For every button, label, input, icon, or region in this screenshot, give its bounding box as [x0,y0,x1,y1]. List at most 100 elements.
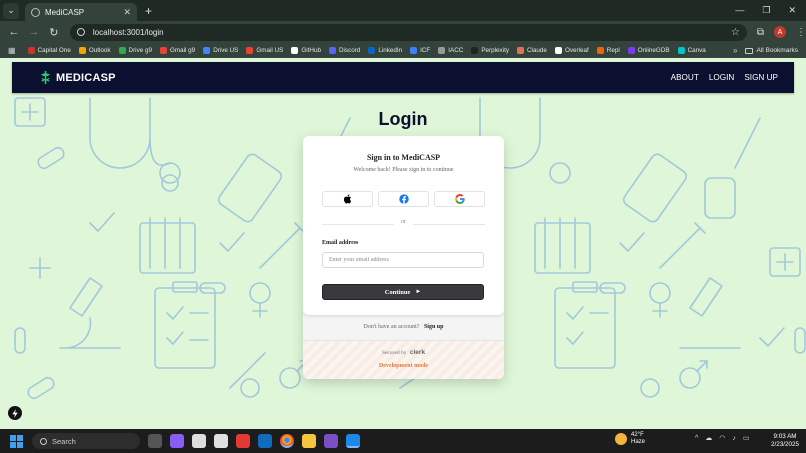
bookmark-favicon-icon [596,47,604,54]
address-bar[interactable]: localhost:3001/login ☆ [69,23,747,41]
caret-right-icon: ► [415,289,422,295]
medical-caduceus-icon [40,70,51,85]
bookmark-label: Drive US [213,47,239,54]
browser-tab[interactable]: MediCASP ✕ [25,3,137,21]
visual-studio-icon[interactable] [324,434,338,448]
wifi-icon[interactable]: ◠ [719,434,725,442]
file-explorer-icon[interactable] [302,434,316,448]
bookmark-favicon-icon [516,47,524,54]
chrome-icon[interactable] [280,434,294,448]
profile-avatar[interactable]: A [774,26,787,38]
bookmark-item[interactable]: Gmail g9 [159,47,195,54]
taskbar-search[interactable]: Search [32,433,140,449]
minimize-icon[interactable]: — [735,5,744,16]
clock-date: 2/23/2025 [771,441,800,448]
email-field[interactable] [322,252,484,268]
sign-in-title: Sign in to MediCASP [366,153,441,162]
weather-desc: Haze [631,439,646,445]
bookmark-item[interactable]: Discord [328,47,360,54]
sign-in-card: Sign in to MediCASP Welcome back! Please… [303,136,504,379]
signup-link[interactable]: Sign up [424,324,444,330]
close-tab-icon[interactable]: ✕ [123,7,131,18]
battery-icon[interactable]: ▭ [743,434,750,442]
mcafee-icon[interactable] [236,434,250,448]
apps-grid-icon[interactable]: ▦ [8,46,16,55]
back-icon[interactable]: ← [8,26,20,38]
cloud-icon[interactable]: ☁ [705,434,712,442]
brand-name: MEDICASP [56,71,116,84]
bookmark-item[interactable]: Repl [596,47,620,54]
tab-search-icon[interactable]: ⌄ [3,2,19,19]
apple-sign-in-button[interactable] [322,191,373,207]
bookmark-favicon-icon [328,47,336,54]
bookmark-item[interactable]: LinkedIn [368,47,402,54]
bookmark-item[interactable]: Overleaf [554,47,589,54]
bookmark-item[interactable]: Outlook [78,47,111,54]
nav-signup-link[interactable]: SIGN UP [744,73,778,82]
copilot-icon[interactable] [170,434,184,448]
clerk-logo[interactable]: clerk [410,349,425,356]
file-icon[interactable] [192,434,206,448]
search-icon [40,437,47,445]
bookmark-item[interactable]: Drive g9 [118,47,152,54]
url-text[interactable]: localhost:3001/login [93,28,731,37]
bookmark-item[interactable]: Claude [516,47,547,54]
browser-tabstrip: ⌄ MediCASP ✕ + — ❐ ✕ [0,0,806,21]
bookmark-item[interactable]: ICF [410,47,430,54]
bookmark-item[interactable]: Capital One [27,47,71,54]
more-bookmarks-icon[interactable]: » [733,46,737,55]
bookmark-favicon-icon [627,47,635,54]
google-sign-in-button[interactable] [434,191,485,207]
secured-by-text: Secured by [381,350,407,356]
nav-login-link[interactable]: LOGIN [709,73,734,82]
bookmark-label: LinkedIn [378,47,403,54]
taskbar-clock[interactable]: 9:03 AM 2/23/2025 [771,433,799,449]
site-info-icon[interactable] [76,28,85,36]
dev-tools-bolt-icon[interactable] [8,406,22,420]
continue-button[interactable]: Continue ► [322,284,484,300]
chevron-up-icon[interactable]: ^ [695,435,698,442]
bookmark-favicon-icon [27,47,35,54]
secured-by-clerk: Secured by clerk [303,349,504,356]
folder-icon [745,47,754,54]
extensions-icon[interactable]: ⧉ [757,27,764,38]
windows-start-icon[interactable] [10,434,23,448]
bookmark-item[interactable]: IACC [438,47,463,54]
outlook-icon[interactable] [258,434,272,448]
facebook-sign-in-button[interactable] [378,191,429,207]
bookmarks-bar: ▦ Capital One Outlook Drive g9 Gmail g9 Driv… [0,43,806,58]
bookmark-label: OnlineGDB [637,47,670,54]
bookmark-item[interactable]: Canva [677,47,706,54]
google-icon [454,194,465,204]
bookmark-label: Outlook [88,47,111,54]
bookmark-label: Canva [687,47,706,54]
dev-mode-footer: Secured by clerk Development mode [303,340,504,379]
volume-icon[interactable]: ♪ [732,435,736,442]
menu-kebab-icon[interactable]: ⋮ [796,27,806,38]
store-icon[interactable] [214,434,228,448]
task-view-icon[interactable] [148,434,162,448]
bookmark-item[interactable]: GitHub [291,47,321,54]
weather-temp: 42°F [631,432,644,438]
weather-widget[interactable]: 42°F Haze [615,432,645,446]
bookmark-favicon-icon [554,47,562,54]
signup-prompt: Don't have an account? Sign up [303,324,504,330]
sign-in-subtitle: Welcome back! Please sign in to continue [353,167,454,173]
new-tab-button[interactable]: + [145,4,152,18]
no-account-text: Don't have an account? [363,324,420,330]
reload-icon[interactable]: ↻ [48,26,60,39]
restore-icon[interactable]: ❐ [762,5,770,16]
tab-title: MediCASP [45,7,85,17]
bookmark-item[interactable]: Drive US [203,47,238,54]
brand[interactable]: MEDICASP [38,70,116,85]
bookmark-item[interactable]: Gmail US [246,47,283,54]
bookmark-favicon-icon [677,47,685,54]
nav-about-link[interactable]: ABOUT [671,73,699,82]
vscode-icon[interactable] [346,434,360,448]
bookmark-item[interactable]: OnlineGDB [627,47,670,54]
close-window-icon[interactable]: ✕ [788,5,796,16]
all-bookmarks-button[interactable]: All Bookmarks [745,47,798,54]
bookmark-item[interactable]: Perplexity [471,47,509,54]
bookmark-star-icon[interactable]: ☆ [731,27,740,38]
forward-icon[interactable]: → [28,26,40,38]
